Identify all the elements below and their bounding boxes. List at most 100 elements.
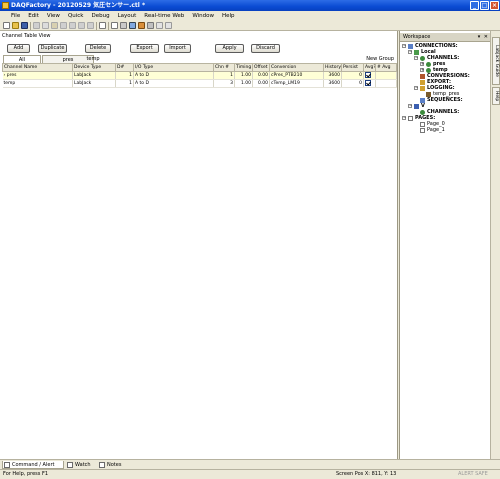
replace-icon[interactable] (87, 22, 94, 29)
table-row[interactable]: temp LabJack 1 A to D 3 1.00 0.00 cTemp_… (2, 79, 397, 88)
tab-watch[interactable]: Watch (66, 461, 92, 469)
discard-button[interactable]: Discard (251, 44, 280, 53)
table-row[interactable]: › pres LabJack 1 A to D 1 1.00 0.00 cPre… (2, 71, 397, 80)
cell-timing[interactable]: 1.00 (234, 79, 253, 88)
menu-layout[interactable]: Layout (114, 13, 141, 19)
collapse-toggle-icon[interactable]: − (408, 104, 412, 108)
menu-quick[interactable]: Quick (64, 13, 88, 19)
export-icon (420, 79, 425, 85)
cell-avg[interactable] (363, 79, 376, 88)
collapse-toggle-icon[interactable]: − (414, 86, 418, 90)
cell-num-avg[interactable] (375, 79, 397, 88)
sequences-icon (420, 97, 425, 103)
cell-device-type[interactable]: LabJack (72, 71, 116, 80)
col-persist[interactable]: Persist (341, 63, 364, 72)
collapse-toggle-icon[interactable]: − (408, 50, 412, 54)
copy-icon[interactable] (42, 22, 49, 29)
open-folder-icon[interactable] (12, 22, 19, 29)
menu-file[interactable]: File (7, 13, 24, 19)
add-button[interactable]: Add (7, 44, 30, 53)
cell-io-type[interactable]: A to D (133, 71, 214, 80)
undo-icon[interactable] (60, 22, 67, 29)
menu-edit[interactable]: Edit (24, 13, 43, 19)
tree-node-page-1[interactable]: Page_1 (420, 127, 445, 133)
layout-icon[interactable] (120, 22, 127, 29)
collapse-toggle-icon[interactable]: − (402, 116, 406, 120)
tab-labjack-guide[interactable]: LabJack Guide (492, 37, 500, 85)
lock-icon[interactable] (147, 22, 154, 29)
workspace-title-buttons[interactable]: ▾ ✕ (478, 33, 489, 42)
expand-toggle-icon[interactable]: + (420, 68, 424, 72)
col-timing[interactable]: Timing (234, 63, 253, 72)
col-chn[interactable]: Chn # (213, 63, 235, 72)
tools-icon[interactable] (111, 22, 118, 29)
col-conversion[interactable]: Conversion (269, 63, 324, 72)
redo-icon[interactable] (69, 22, 76, 29)
cell-offset[interactable]: 0.00 (252, 71, 270, 80)
duplicate-button[interactable]: Duplicate (38, 44, 67, 53)
minimize-button[interactable]: _ (470, 1, 479, 10)
new-file-icon[interactable] (3, 22, 10, 29)
avg-checkbox[interactable] (365, 80, 371, 87)
menu-view[interactable]: View (43, 13, 64, 19)
collapse-toggle-icon[interactable]: − (402, 44, 406, 48)
app-icon (2, 2, 9, 9)
cell-d-num[interactable]: 1 (115, 71, 134, 80)
col-channel-name[interactable]: Channel Name (2, 63, 73, 72)
status-bar: For Help, press F1 Screen Pos X: 811, Y:… (0, 469, 500, 479)
grid-icon[interactable] (129, 22, 136, 29)
paste-icon[interactable] (51, 22, 58, 29)
find-icon[interactable] (78, 22, 85, 29)
cell-device-type[interactable]: LabJack (72, 79, 116, 88)
import-button[interactable]: Import (164, 44, 191, 53)
cell-persist[interactable]: 0 (341, 79, 364, 88)
maximize-button[interactable]: □ (480, 1, 489, 10)
col-num-avg[interactable]: # Avg (375, 63, 397, 72)
help-question-icon[interactable] (99, 22, 106, 29)
col-io-type[interactable]: I/O Type (133, 63, 214, 72)
cell-persist[interactable]: 0 (341, 71, 364, 80)
cell-conversion[interactable]: cPres_PTB210 (269, 71, 324, 80)
cell-d-num[interactable]: 1 (115, 79, 134, 88)
col-offset[interactable]: Offset (252, 63, 270, 72)
channels-icon (420, 55, 425, 61)
menu-help[interactable]: Help (218, 13, 239, 19)
cut-icon[interactable] (33, 22, 40, 29)
cell-chn[interactable]: 3 (213, 79, 235, 88)
chart-icon[interactable] (138, 22, 145, 29)
tab-help[interactable]: Help (492, 87, 500, 105)
menu-realtime-web[interactable]: Real-time Web (140, 13, 188, 19)
export-button[interactable]: Export (130, 44, 159, 53)
cell-avg[interactable] (363, 71, 376, 80)
cell-timing[interactable]: 1.00 (234, 71, 253, 80)
cell-offset[interactable]: 0.00 (252, 79, 270, 88)
cell-channel-name[interactable]: temp (2, 79, 73, 88)
cell-history[interactable]: 3600 (323, 71, 342, 80)
save-icon[interactable] (21, 22, 28, 29)
delete-button[interactable]: Delete (85, 44, 111, 53)
cell-chn[interactable]: 1 (213, 71, 235, 80)
expand-toggle-icon[interactable]: + (420, 62, 424, 66)
tab-notes[interactable]: Notes (98, 461, 126, 469)
collapse-toggle-icon[interactable]: − (414, 56, 418, 60)
tab-command-alert[interactable]: Command / Alert (2, 461, 64, 469)
col-device-type[interactable]: Device Type (72, 63, 116, 72)
dropdown-icon[interactable] (165, 22, 172, 29)
notes-icon (99, 462, 105, 468)
col-d-num[interactable]: D# (115, 63, 134, 72)
cell-channel-name[interactable]: › pres (2, 71, 73, 80)
tree-node-sequences[interactable]: SEQUENCES: (420, 97, 463, 103)
col-history[interactable]: History (323, 63, 342, 72)
cell-conversion[interactable]: cTemp_LM19 (269, 79, 324, 88)
avg-checkbox[interactable] (365, 72, 371, 79)
cell-io-type[interactable]: A to D (133, 79, 214, 88)
menu-window[interactable]: Window (188, 13, 218, 19)
logging-set-icon (426, 91, 431, 97)
menu-debug[interactable]: Debug (88, 13, 114, 19)
cell-num-avg[interactable] (375, 71, 397, 80)
cell-history[interactable]: 3600 (323, 79, 342, 88)
close-button[interactable]: × (490, 1, 499, 10)
page-icon[interactable] (156, 22, 163, 29)
apply-button[interactable]: Apply (215, 44, 244, 53)
col-avg[interactable]: Avg? (363, 63, 376, 72)
